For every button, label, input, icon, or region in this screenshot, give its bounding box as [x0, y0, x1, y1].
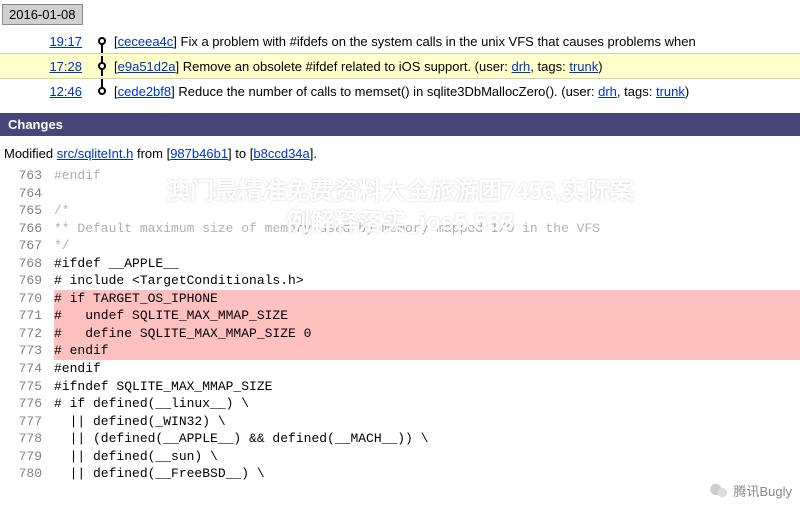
line-number: 780: [0, 465, 54, 483]
commit-user-link[interactable]: drh: [512, 59, 531, 74]
code-line: 767*/: [0, 237, 800, 255]
commit-time-link[interactable]: 12:46: [49, 84, 82, 99]
code-line: 763#endif: [0, 167, 800, 185]
line-number: 774: [0, 360, 54, 378]
code-text: # endif: [54, 342, 800, 360]
code-line: 778 || (defined(__APPLE__) && defined(__…: [0, 430, 800, 448]
modified-file-line: Modified src/sqliteInt.h from [987b46b1]…: [0, 136, 800, 167]
commit-row: 19:17 [ceceea4c] Fix a problem with #ifd…: [0, 29, 800, 53]
line-number: 766: [0, 220, 54, 238]
code-text: # if defined(__linux__) \: [54, 395, 800, 413]
commit-row: 17:28 [e9a51d2a] Remove an obsolete #ifd…: [0, 53, 800, 79]
code-line: 764: [0, 185, 800, 203]
code-line: 779 || defined(__sun) \: [0, 448, 800, 466]
date-badge: 2016-01-08: [2, 4, 83, 25]
line-number: 775: [0, 378, 54, 396]
code-text: ** Default maximum size of memory used b…: [54, 220, 800, 238]
line-number: 765: [0, 202, 54, 220]
commit-suffix: ): [685, 84, 689, 99]
footer-brand-text: 腾讯Bugly: [733, 481, 792, 500]
code-line: 775#ifndef SQLITE_MAX_MMAP_SIZE: [0, 378, 800, 396]
modified-prefix: Modified: [4, 146, 57, 161]
commit-row: 12:46 [cede2bf8] Reduce the number of ca…: [0, 79, 800, 103]
line-number: 772: [0, 325, 54, 343]
commit-hash-link[interactable]: cede2bf8: [118, 84, 172, 99]
code-line: 776# if defined(__linux__) \: [0, 395, 800, 413]
code-text: || defined(_WIN32) \: [54, 413, 800, 431]
code-text: # define SQLITE_MAX_MMAP_SIZE 0: [54, 325, 800, 343]
commit-time-link[interactable]: 17:28: [49, 59, 82, 74]
code-line: 765/*: [0, 202, 800, 220]
commit-suffix: ): [598, 59, 602, 74]
code-text: #endif: [54, 167, 800, 185]
section-header-changes: Changes: [0, 113, 800, 136]
commit-message: Remove an obsolete #ifdef related to iOS…: [183, 59, 512, 74]
code-text: /*: [54, 202, 800, 220]
commit-tag-link[interactable]: trunk: [569, 59, 598, 74]
to-text: to: [232, 146, 250, 161]
code-text: || (defined(__APPLE__) && defined(__MACH…: [54, 430, 800, 448]
line-number: 767: [0, 237, 54, 255]
line-number: 770: [0, 290, 54, 308]
code-text: #endif: [54, 360, 800, 378]
code-line: 771# undef SQLITE_MAX_MMAP_SIZE: [0, 307, 800, 325]
line-number: 763: [0, 167, 54, 185]
code-text: || defined(__FreeBSD__) \: [54, 465, 800, 483]
wechat-icon: [709, 483, 729, 499]
commit-time-link[interactable]: 19:17: [49, 34, 82, 49]
code-line: 766** Default maximum size of memory use…: [0, 220, 800, 238]
diff-code-block: 763#endif764765/*766** Default maximum s…: [0, 167, 800, 483]
from-hash-link[interactable]: 987b46b1: [170, 146, 228, 161]
code-line: 772# define SQLITE_MAX_MMAP_SIZE 0: [0, 325, 800, 343]
code-line: 777 || defined(_WIN32) \: [0, 413, 800, 431]
code-line: 769# include <TargetConditionals.h>: [0, 272, 800, 290]
line-number: 779: [0, 448, 54, 466]
tags-prefix: , tags:: [617, 84, 656, 99]
commit-tag-link[interactable]: trunk: [656, 84, 685, 99]
graph-node: [90, 56, 114, 76]
line-number: 768: [0, 255, 54, 273]
commit-user-link[interactable]: drh: [598, 84, 617, 99]
line-number: 776: [0, 395, 54, 413]
tags-prefix: , tags:: [530, 59, 569, 74]
footer-brand: 腾讯Bugly: [709, 481, 792, 500]
commit-hash-link[interactable]: ceceea4c: [118, 34, 174, 49]
line-number: 773: [0, 342, 54, 360]
modified-file-link[interactable]: src/sqliteInt.h: [57, 146, 134, 161]
commit-hash-link[interactable]: e9a51d2a: [118, 59, 176, 74]
code-line: 770# if TARGET_OS_IPHONE: [0, 290, 800, 308]
line-number: 777: [0, 413, 54, 431]
code-line: 780 || defined(__FreeBSD__) \: [0, 465, 800, 483]
commit-message: Fix a problem with #ifdefs on the system…: [181, 34, 696, 49]
graph-node: [90, 81, 114, 101]
from-text: from: [133, 146, 166, 161]
code-text: #ifndef SQLITE_MAX_MMAP_SIZE: [54, 378, 800, 396]
code-text: || defined(__sun) \: [54, 448, 800, 466]
line-number: 764: [0, 185, 54, 203]
line-number: 778: [0, 430, 54, 448]
line-number: 769: [0, 272, 54, 290]
line-number: 771: [0, 307, 54, 325]
code-text: # include <TargetConditionals.h>: [54, 272, 800, 290]
modified-suffix: .: [313, 146, 317, 161]
code-line: 774#endif: [0, 360, 800, 378]
code-line: 773# endif: [0, 342, 800, 360]
commit-timeline: 19:17 [ceceea4c] Fix a problem with #ifd…: [0, 29, 800, 103]
code-text: # undef SQLITE_MAX_MMAP_SIZE: [54, 307, 800, 325]
code-text: # if TARGET_OS_IPHONE: [54, 290, 800, 308]
code-text: #ifdef __APPLE__: [54, 255, 800, 273]
code-line: 768#ifdef __APPLE__: [0, 255, 800, 273]
graph-node: [90, 31, 114, 51]
commit-message: Reduce the number of calls to memset() i…: [178, 84, 598, 99]
code-text: */: [54, 237, 800, 255]
to-hash-link[interactable]: b8ccd34a: [253, 146, 309, 161]
code-text: [54, 185, 800, 203]
